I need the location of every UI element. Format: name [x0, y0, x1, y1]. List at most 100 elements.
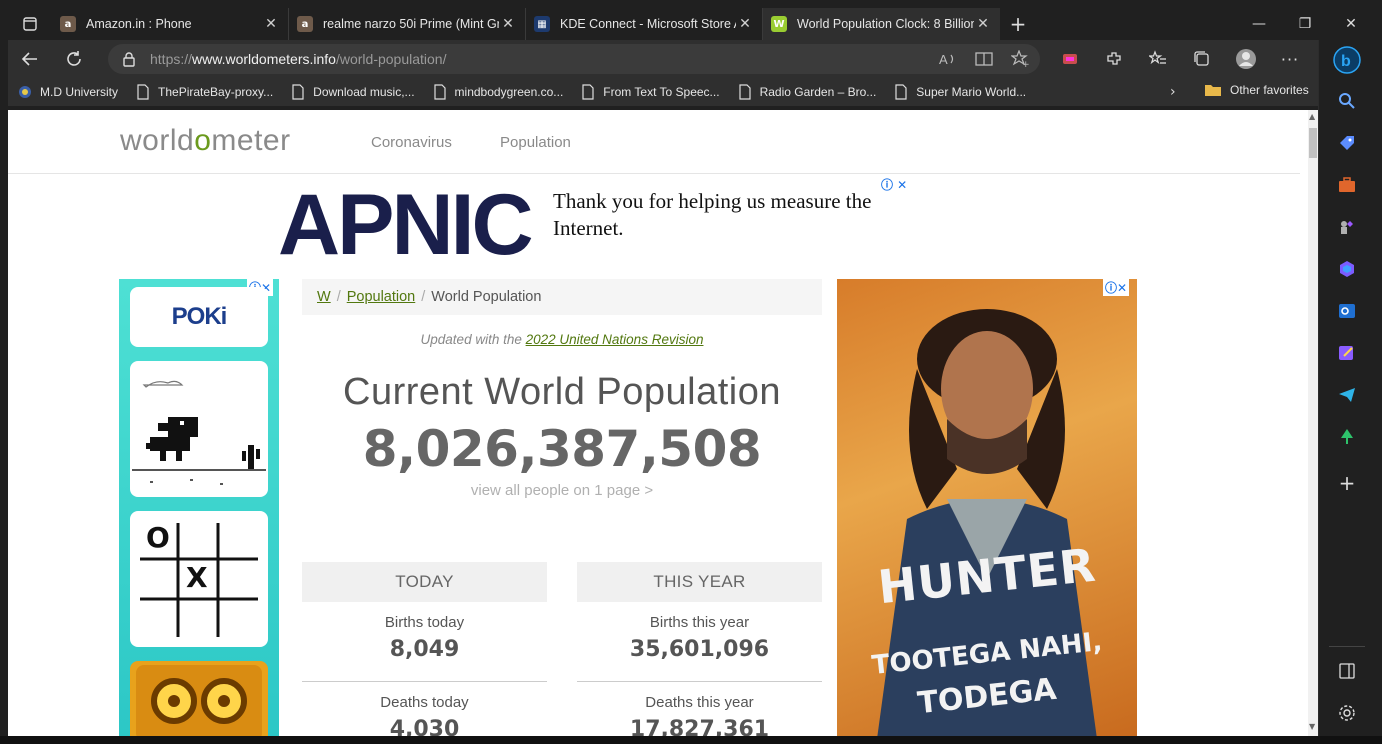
- close-tab-icon[interactable]: ✕: [499, 16, 517, 32]
- favorite-piratebay[interactable]: ThePirateBay-proxy...: [136, 84, 273, 100]
- bing-icon[interactable]: b: [1333, 46, 1361, 74]
- window-controls: — ❐ ✕: [1236, 8, 1374, 40]
- poki-side-ad[interactable]: ⓘ✕ POKi: [119, 279, 279, 736]
- favorite-radio-garden[interactable]: Radio Garden – Bro...: [738, 84, 876, 100]
- tab-kde-connect[interactable]: ▦ KDE Connect - Microsoft Store A ✕: [526, 8, 763, 40]
- tree-icon[interactable]: [1336, 426, 1358, 448]
- add-sidebar-app-icon[interactable]: +: [1336, 471, 1358, 495]
- breadcrumb-home-link[interactable]: W: [317, 289, 331, 305]
- population-stats: TODAY Births today 8,049 Deaths today 4,…: [302, 562, 822, 736]
- stat-label: Births this year: [649, 614, 750, 631]
- stat-value: 35,601,096: [629, 637, 770, 662]
- page-icon: [292, 84, 304, 100]
- apnic-logo: APNIC: [278, 177, 534, 273]
- favorite-download-music[interactable]: Download music,...: [291, 84, 415, 100]
- more-options-icon[interactable]: ···: [1268, 40, 1312, 78]
- tic-tac-toe-o: O: [146, 521, 170, 554]
- hide-sidebar-icon[interactable]: [1336, 660, 1358, 682]
- logo-o: o: [194, 124, 212, 157]
- tic-tac-toe-x: X: [186, 561, 208, 594]
- settings-gear-icon[interactable]: [1336, 702, 1358, 724]
- scroll-up-icon[interactable]: ▲: [1309, 112, 1315, 121]
- restore-button[interactable]: ❐: [1282, 8, 1328, 40]
- tab-amazon-phone[interactable]: a Amazon.in : Phone ✕: [52, 8, 289, 40]
- close-tab-icon[interactable]: ✕: [262, 16, 280, 32]
- minimize-button[interactable]: —: [1236, 8, 1282, 40]
- page-scrollbar[interactable]: ▲ ▼: [1308, 110, 1318, 736]
- scroll-down-icon[interactable]: ▼: [1309, 722, 1315, 731]
- office-icon[interactable]: [1336, 258, 1358, 280]
- shopping-tag-icon[interactable]: [1336, 132, 1358, 154]
- favorite-label: ThePirateBay-proxy...: [158, 85, 274, 99]
- chevron-right-icon[interactable]: ›: [1170, 84, 1176, 100]
- refresh-icon: [67, 51, 81, 66]
- ad-choices-icon[interactable]: ⓘ✕: [1103, 279, 1130, 296]
- tab-title: KDE Connect - Microsoft Store A: [560, 17, 736, 31]
- address-bar-icons: A +: [938, 44, 1030, 74]
- toolbar-right-icons: ···: [1048, 40, 1312, 78]
- page-icon: [582, 84, 594, 100]
- births-today: Births today 8,049: [302, 602, 547, 682]
- close-window-button[interactable]: ✕: [1328, 8, 1374, 40]
- extension-icon[interactable]: [1048, 40, 1092, 78]
- outlook-icon[interactable]: [1336, 300, 1358, 322]
- new-tab-button[interactable]: +: [1000, 8, 1036, 40]
- apnic-banner-ad[interactable]: APNIC Thank you for helping us measure t…: [278, 178, 910, 268]
- favorite-mindbodygreen[interactable]: mindbodygreen.co...: [433, 84, 564, 100]
- profile-avatar-icon[interactable]: [1224, 40, 1268, 78]
- population-counter: 8,026,387,508: [362, 420, 762, 478]
- nav-population[interactable]: Population: [500, 134, 571, 151]
- tools-briefcase-icon[interactable]: [1336, 174, 1358, 196]
- favorite-text-to-speech[interactable]: From Text To Speec...: [581, 84, 720, 100]
- page-icon: [738, 84, 751, 100]
- page-title: Current World Population: [343, 371, 781, 413]
- other-favorites[interactable]: Other favorites: [1204, 83, 1309, 97]
- back-button[interactable]: [8, 40, 52, 78]
- tab-world-population[interactable]: W World Population Clock: 8 Billion ✕: [763, 8, 1000, 40]
- add-favorite-icon[interactable]: +: [1010, 49, 1030, 69]
- favorite-label: Download music,...: [313, 85, 415, 99]
- view-all-people-link[interactable]: view all people on 1 page >: [302, 482, 822, 499]
- designer-icon[interactable]: [1336, 342, 1358, 364]
- un-revision-link[interactable]: 2022 United Nations Revision: [526, 332, 704, 347]
- logo-text: meter: [211, 124, 291, 157]
- tic-tac-toe-card: O X: [130, 511, 268, 647]
- stat-label: Births today: [384, 614, 465, 631]
- hunter-movie-ad[interactable]: ⓘ✕ HUNTER TOOTEGA NAHI, TODEGA: [837, 279, 1137, 736]
- edge-sidebar: b +: [1318, 40, 1374, 740]
- close-tab-icon[interactable]: ✕: [736, 16, 754, 32]
- dino-game-card: [130, 361, 268, 497]
- scroll-thumb[interactable]: [1309, 128, 1317, 158]
- nav-coronavirus[interactable]: Coronavirus: [371, 134, 452, 151]
- extensions-puzzle-icon[interactable]: [1092, 40, 1136, 78]
- worldometer-logo[interactable]: worldometer: [120, 124, 291, 158]
- address-bar[interactable]: https://www.worldometers.info/world-popu…: [108, 44, 1040, 74]
- favorite-label: mindbodygreen.co...: [454, 85, 564, 99]
- deaths-this-year: Deaths this year 17,827,361: [577, 682, 822, 736]
- immersive-reader-icon[interactable]: [974, 49, 994, 69]
- page-icon: [895, 84, 907, 100]
- tab-actions-button[interactable]: [8, 8, 52, 40]
- ad-choices-icon[interactable]: ⓘ ✕: [881, 176, 907, 193]
- favorite-label: Super Mario World...: [916, 85, 1027, 99]
- breadcrumb-population-link[interactable]: Population: [347, 289, 416, 305]
- games-chess-icon[interactable]: [1336, 216, 1358, 238]
- stat-value: 17,827,361: [629, 717, 770, 736]
- university-icon: [19, 86, 31, 98]
- tab-realme-narzo[interactable]: a realme narzo 50i Prime (Mint Gre ✕: [289, 8, 526, 40]
- favorite-md-university[interactable]: M.D University: [18, 84, 118, 100]
- folder-icon: [1205, 85, 1221, 96]
- refresh-button[interactable]: [52, 40, 96, 78]
- telegram-send-icon[interactable]: [1336, 384, 1358, 406]
- collections-icon[interactable]: [1180, 40, 1224, 78]
- svg-text:A: A: [939, 52, 948, 67]
- close-tab-icon[interactable]: ✕: [974, 16, 992, 32]
- navigation-toolbar: https://www.worldometers.info/world-popu…: [8, 40, 1318, 78]
- read-aloud-icon[interactable]: A: [938, 49, 958, 69]
- search-icon[interactable]: [1336, 90, 1358, 112]
- favorites-icon[interactable]: [1136, 40, 1180, 78]
- site-header: worldometer Coronavirus Population: [8, 110, 1300, 174]
- updated-prefix: Updated with the: [420, 332, 526, 347]
- url-host: www.worldometers.info: [192, 51, 336, 67]
- favorite-super-mario[interactable]: Super Mario World...: [894, 84, 1026, 100]
